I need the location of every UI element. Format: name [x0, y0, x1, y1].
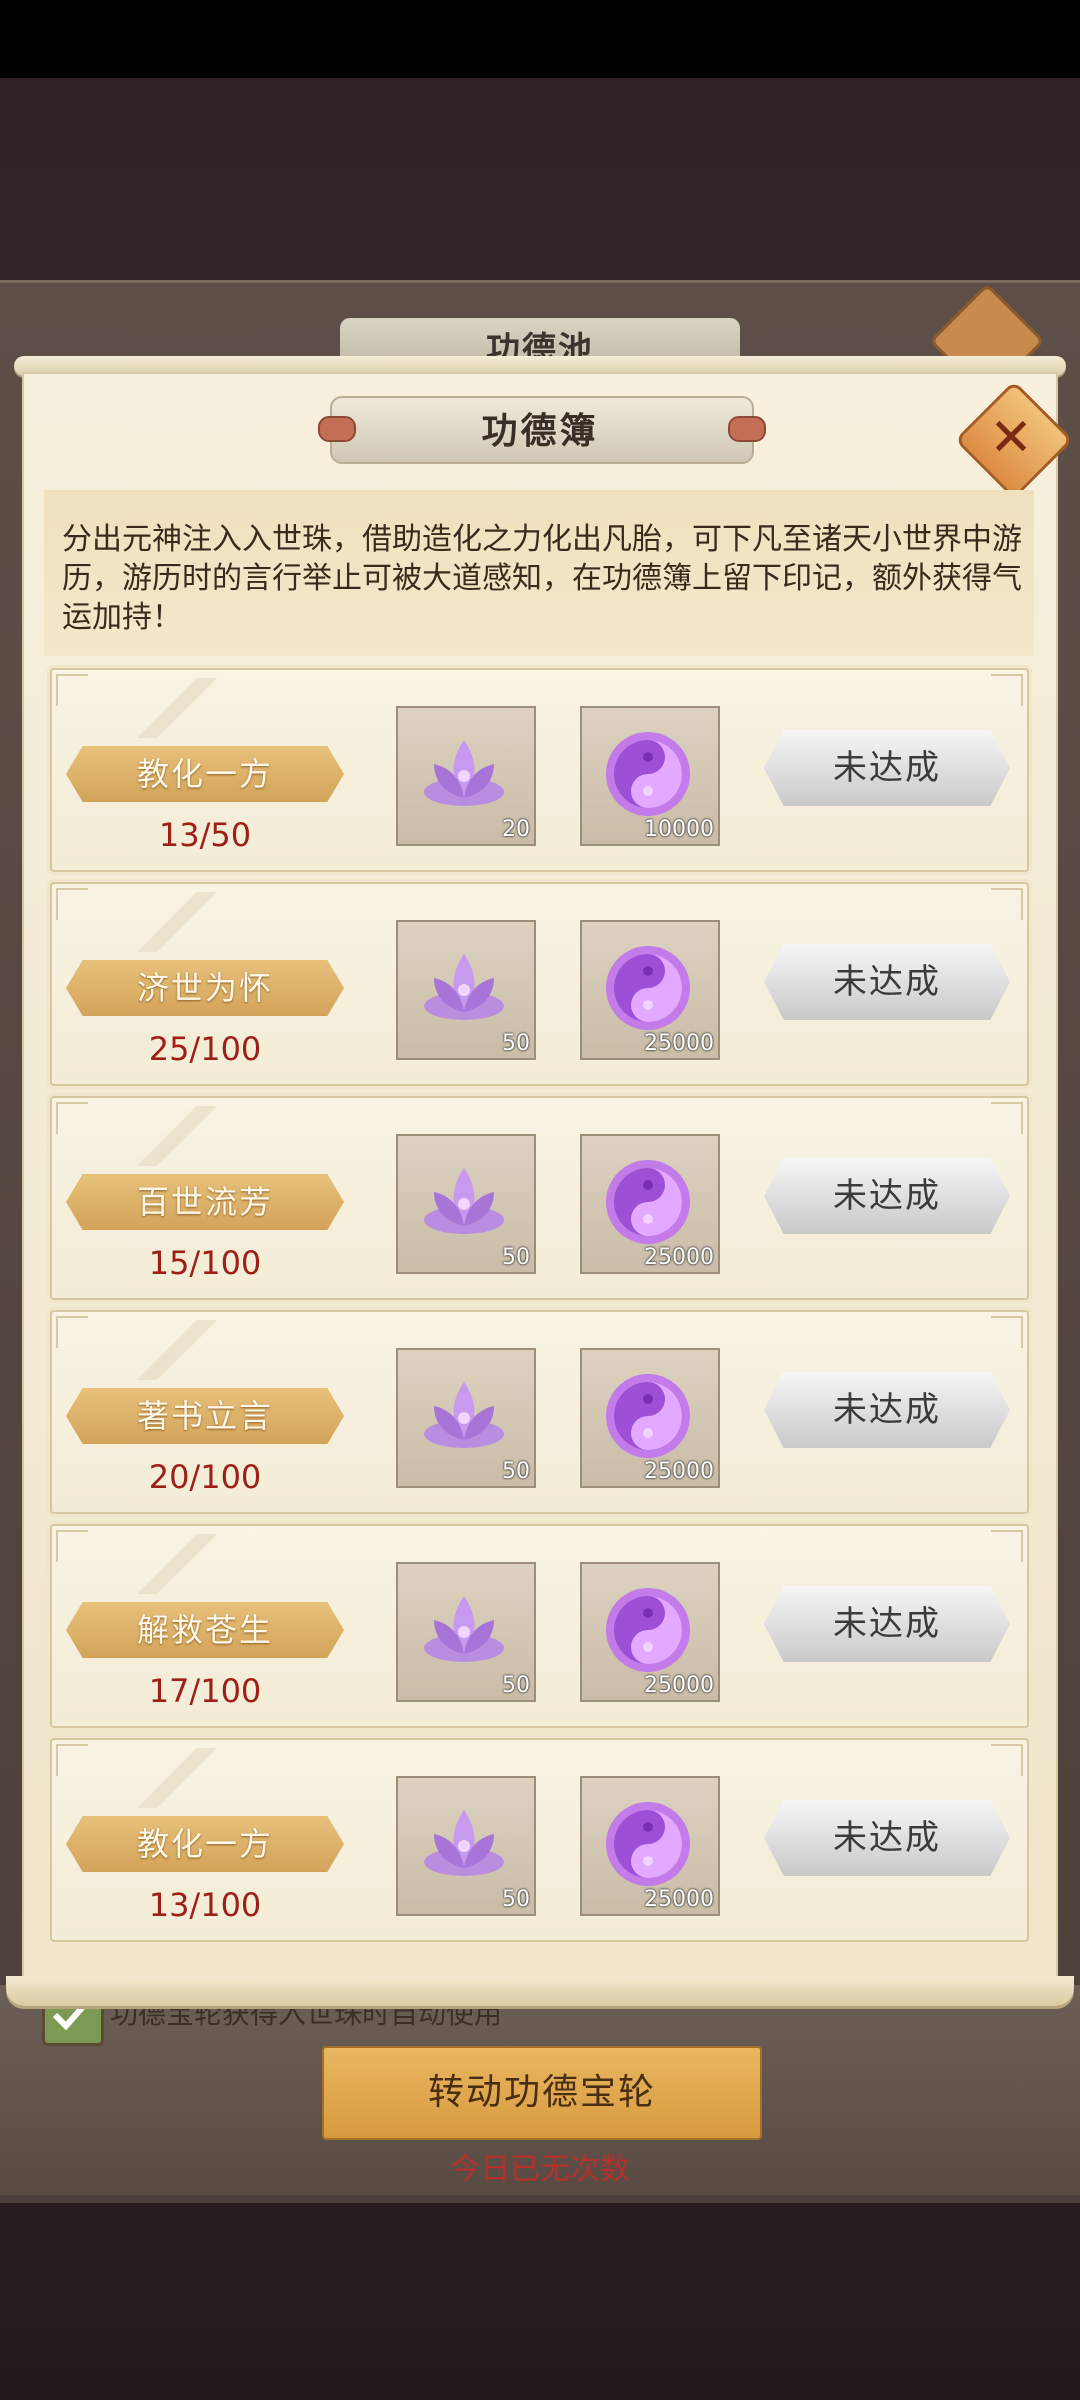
task-progress: 15/100: [148, 1244, 262, 1282]
task-progress: 17/100: [148, 1672, 262, 1710]
status-label[interactable]: 未达成: [764, 1800, 1010, 1876]
task-progress: 20/100: [148, 1458, 262, 1496]
purple-yinyang-orb-icon: [606, 946, 690, 1030]
reward-lotus-slot[interactable]: 50: [396, 1348, 536, 1488]
task-name: 解救苍生: [136, 1611, 273, 1649]
task-card: 教化一方 13/100 50 25000 未达成: [50, 1738, 1029, 1942]
corner-ornament: [991, 1744, 1023, 1776]
purple-lotus-icon: [424, 954, 504, 1020]
corner-ornament: [991, 674, 1023, 706]
reward-orb-slot[interactable]: 25000: [580, 1134, 720, 1274]
reward-count: 25000: [644, 1031, 714, 1056]
corner-ornament: [56, 1530, 88, 1562]
purple-lotus-icon: [424, 1168, 504, 1234]
task-card: 百世流芳 15/100 50 25000 未达成: [50, 1096, 1029, 1300]
reward-orb-slot[interactable]: 25000: [580, 920, 720, 1060]
reward-orb-slot[interactable]: 10000: [580, 706, 720, 846]
task-card: 著书立言 20/100 50 25000 未达成: [50, 1310, 1029, 1514]
purple-lotus-icon: [424, 1810, 504, 1876]
task-card: 教化一方 13/50 20 10000 未达成: [50, 668, 1029, 872]
purple-yinyang-orb-icon: [606, 1160, 690, 1244]
task-name: 百世流芳: [136, 1183, 273, 1221]
purple-lotus-icon: [424, 1596, 504, 1662]
reward-count: 50: [502, 1887, 530, 1912]
mountain-decoration: [92, 892, 262, 952]
task-name: 著书立言: [136, 1397, 273, 1435]
task-name: 济世为怀: [136, 969, 273, 1007]
corner-ornament: [56, 1316, 88, 1348]
corner-ornament: [56, 1102, 88, 1134]
status-label[interactable]: 未达成: [764, 1586, 1010, 1662]
reward-lotus-slot[interactable]: 50: [396, 1134, 536, 1274]
reward-count: 25000: [644, 1459, 714, 1484]
spin-merit-wheel-button[interactable]: 转动功德宝轮: [322, 2046, 762, 2140]
purple-lotus-icon: [424, 1382, 504, 1448]
corner-ornament: [56, 888, 88, 920]
reward-count: 50: [502, 1459, 530, 1484]
reward-lotus-slot[interactable]: 50: [396, 1776, 536, 1916]
purple-yinyang-orb-icon: [606, 1802, 690, 1886]
corner-ornament: [991, 1316, 1023, 1348]
task-card: 解救苍生 17/100 50 25000 未达成: [50, 1524, 1029, 1728]
reward-count: 50: [502, 1031, 530, 1056]
corner-ornament: [56, 1744, 88, 1776]
description-text: 分出元神注入入世珠，借助造化之力化出凡胎，可下凡至诸天小世界中游历，游历时的言行…: [62, 522, 1022, 635]
reward-count: 25000: [644, 1245, 714, 1270]
reward-lotus-slot[interactable]: 50: [396, 920, 536, 1060]
mountain-decoration: [92, 1320, 262, 1380]
reward-orb-slot[interactable]: 25000: [580, 1776, 720, 1916]
reward-orb-slot[interactable]: 25000: [580, 1348, 720, 1488]
status-label[interactable]: 未达成: [764, 1158, 1010, 1234]
corner-ornament: [991, 1530, 1023, 1562]
no-attempts-text: 今日已无次数: [450, 2152, 630, 2187]
purple-yinyang-orb-icon: [606, 1374, 690, 1458]
purple-lotus-icon: [424, 740, 504, 806]
purple-yinyang-orb-icon: [606, 1588, 690, 1672]
mountain-decoration: [92, 1748, 262, 1808]
reward-lotus-slot[interactable]: 50: [396, 1562, 536, 1702]
task-progress: 13/100: [148, 1886, 262, 1924]
reward-count: 25000: [644, 1887, 714, 1912]
mountain-decoration: [92, 1106, 262, 1166]
reward-lotus-slot[interactable]: 20: [396, 706, 536, 846]
reward-count: 20: [502, 817, 530, 842]
purple-yinyang-orb-icon: [606, 732, 690, 816]
corner-ornament: [991, 1102, 1023, 1134]
reward-count: 50: [502, 1673, 530, 1698]
status-label[interactable]: 未达成: [764, 1372, 1010, 1448]
status-label[interactable]: 未达成: [764, 730, 1010, 806]
task-name: 教化一方: [136, 755, 273, 793]
corner-ornament: [56, 674, 88, 706]
corner-ornament: [991, 888, 1023, 920]
mountain-decoration: [92, 678, 262, 738]
reward-count: 50: [502, 1245, 530, 1270]
task-progress: 13/50: [158, 816, 252, 854]
status-label[interactable]: 未达成: [764, 944, 1010, 1020]
task-progress: 25/100: [148, 1030, 262, 1068]
task-name: 教化一方: [136, 1825, 273, 1863]
reward-count: 25000: [644, 1673, 714, 1698]
reward-count: 10000: [644, 817, 714, 842]
scroll-bottom-rod: [6, 1976, 1074, 2006]
reward-orb-slot[interactable]: 25000: [580, 1562, 720, 1702]
task-card: 济世为怀 25/100 50 25000 未达成: [50, 882, 1029, 1086]
status-bar: [0, 0, 1080, 78]
close-icon[interactable]: ✕: [978, 402, 1044, 474]
mountain-decoration: [92, 1534, 262, 1594]
dialog-title: 功德簿: [481, 411, 599, 452]
